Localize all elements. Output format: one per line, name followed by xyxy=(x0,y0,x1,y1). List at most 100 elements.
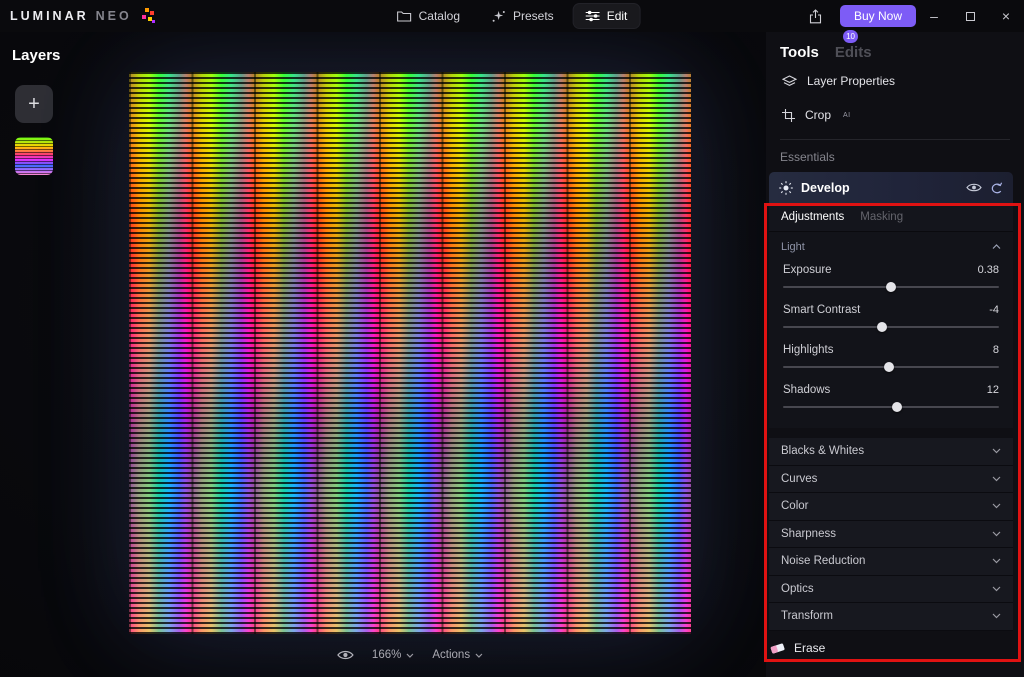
add-layer-button[interactable]: + xyxy=(15,85,53,123)
zoom-level-dropdown[interactable]: 166% xyxy=(372,649,414,661)
slider-track[interactable] xyxy=(783,362,999,372)
chevron-down-icon xyxy=(992,503,1001,509)
chevron-down-icon xyxy=(992,586,1001,592)
tab-masking[interactable]: Masking xyxy=(860,211,903,223)
light-section: Light Exposure 0.38 Smart Contrast -4 Hi… xyxy=(769,232,1013,428)
actions-label: Actions xyxy=(432,649,471,661)
section-label: Noise Reduction xyxy=(781,555,866,568)
top-right-cluster: Buy Now – × xyxy=(801,0,1024,32)
chevron-down-icon xyxy=(406,653,414,658)
light-section-label: Light xyxy=(781,241,805,253)
close-button[interactable]: × xyxy=(988,0,1024,32)
adjustment-highlights: Highlights 8 xyxy=(783,344,999,372)
visibility-eye-icon[interactable] xyxy=(966,182,982,193)
preview-toggle-button[interactable] xyxy=(337,649,354,661)
right-panel-tabs: Tools Edits xyxy=(766,32,1024,63)
chevron-down-icon xyxy=(992,476,1001,482)
eraser-icon xyxy=(770,642,785,654)
catalog-label: Catalog xyxy=(418,9,460,23)
section-transform[interactable]: Transform xyxy=(769,603,1013,631)
presets-label: Presets xyxy=(513,9,554,23)
folder-icon xyxy=(397,10,412,22)
layers-stack-icon xyxy=(782,74,797,88)
tab-tools[interactable]: Tools xyxy=(780,44,819,61)
sun-icon xyxy=(779,180,793,195)
section-optics[interactable]: Optics xyxy=(769,575,1013,603)
tab-adjustments[interactable]: Adjustments xyxy=(781,211,844,223)
app-window: { "topbar": { "logo_luminar": "LUMINAR",… xyxy=(0,0,1024,677)
share-export-button[interactable] xyxy=(801,5,830,28)
eye-icon xyxy=(337,649,354,661)
layers-panel-title: Layers xyxy=(12,47,61,64)
section-color[interactable]: Color xyxy=(769,493,1013,521)
section-sharpness[interactable]: Sharpness xyxy=(769,520,1013,548)
maximize-button[interactable] xyxy=(952,0,988,32)
top-bar: LUMINAR NEO Catalog Presets Edit Buy Now… xyxy=(0,0,1024,32)
reset-undo-icon[interactable] xyxy=(990,182,1003,194)
divider xyxy=(780,139,1010,140)
logo-neo-text: NEO xyxy=(95,9,132,23)
crop-item[interactable]: Crop AI xyxy=(766,97,1024,131)
slider-label: Exposure xyxy=(783,264,832,276)
essentials-section-label: Essentials xyxy=(780,150,835,164)
presets-button[interactable]: Presets xyxy=(480,4,566,28)
develop-tool: Develop Adjustments Masking Light Exposu… xyxy=(769,172,1013,631)
chevron-down-icon xyxy=(992,448,1001,454)
slider-knob[interactable] xyxy=(877,322,888,332)
adjustment-smart-contrast: Smart Contrast -4 xyxy=(783,304,999,332)
maximize-icon xyxy=(965,11,975,21)
adjustment-shadows: Shadows 12 xyxy=(783,384,999,412)
app-logo: LUMINAR NEO xyxy=(10,0,155,32)
right-panel: Tools Edits Layer Properties Crop AI Ess… xyxy=(766,32,1024,677)
chevron-down-icon xyxy=(475,653,483,658)
top-nav: Catalog Presets Edit xyxy=(385,0,640,32)
section-label: Curves xyxy=(781,472,818,485)
layer-thumbnail[interactable] xyxy=(15,137,53,175)
section-label: Color xyxy=(781,500,809,513)
slider-knob[interactable] xyxy=(883,362,894,372)
logo-pixels-icon xyxy=(139,8,155,24)
slider-track[interactable] xyxy=(783,282,999,292)
develop-title: Develop xyxy=(801,180,850,195)
section-blacks-whites[interactable]: Blacks & Whites xyxy=(769,438,1013,466)
catalog-button[interactable]: Catalog xyxy=(385,4,472,28)
sliders-icon xyxy=(585,10,600,22)
tab-edits[interactable]: Edits xyxy=(835,44,872,61)
chevron-down-icon xyxy=(992,613,1001,619)
section-label: Sharpness xyxy=(781,527,836,540)
chevron-down-icon xyxy=(992,558,1001,564)
notification-badge[interactable]: 10 xyxy=(843,30,858,43)
light-section-header[interactable]: Light xyxy=(781,241,1001,253)
logo-luminar-text: LUMINAR xyxy=(10,9,89,23)
actions-dropdown[interactable]: Actions xyxy=(432,649,483,661)
minimize-button[interactable]: – xyxy=(916,0,952,32)
crop-icon xyxy=(782,108,795,122)
chevron-down-icon xyxy=(992,531,1001,537)
zoom-level-value: 166% xyxy=(371,649,402,661)
layer-properties-label: Layer Properties xyxy=(807,74,896,88)
buy-now-button[interactable]: Buy Now xyxy=(839,5,916,27)
develop-tabs: Adjustments Masking xyxy=(769,203,1013,232)
layer-properties-item[interactable]: Layer Properties xyxy=(766,63,1024,97)
section-curves[interactable]: Curves xyxy=(769,465,1013,493)
collapsed-sections: Blacks & Whites Curves Color Sharpness N… xyxy=(769,438,1013,631)
section-noise-reduction[interactable]: Noise Reduction xyxy=(769,548,1013,576)
slider-track[interactable] xyxy=(783,322,999,332)
section-label: Blacks & Whites xyxy=(781,445,865,458)
slider-value: 0.38 xyxy=(977,264,999,276)
ai-badge: AI xyxy=(843,111,851,119)
edit-button[interactable]: Edit xyxy=(573,4,640,28)
develop-header[interactable]: Develop xyxy=(769,172,1013,203)
adjustment-exposure: Exposure 0.38 xyxy=(783,264,999,292)
canvas-toolbar: 166% Actions xyxy=(337,649,483,661)
slider-value: 8 xyxy=(992,344,999,356)
slider-knob[interactable] xyxy=(886,282,896,292)
image-canvas[interactable] xyxy=(129,72,691,634)
slider-label: Shadows xyxy=(783,384,831,396)
erase-tool[interactable]: Erase xyxy=(766,631,1024,655)
edit-label: Edit xyxy=(606,9,628,23)
slider-track[interactable] xyxy=(783,402,999,412)
chevron-up-icon xyxy=(992,244,1001,250)
section-label: Optics xyxy=(781,582,814,595)
slider-knob[interactable] xyxy=(892,402,903,412)
